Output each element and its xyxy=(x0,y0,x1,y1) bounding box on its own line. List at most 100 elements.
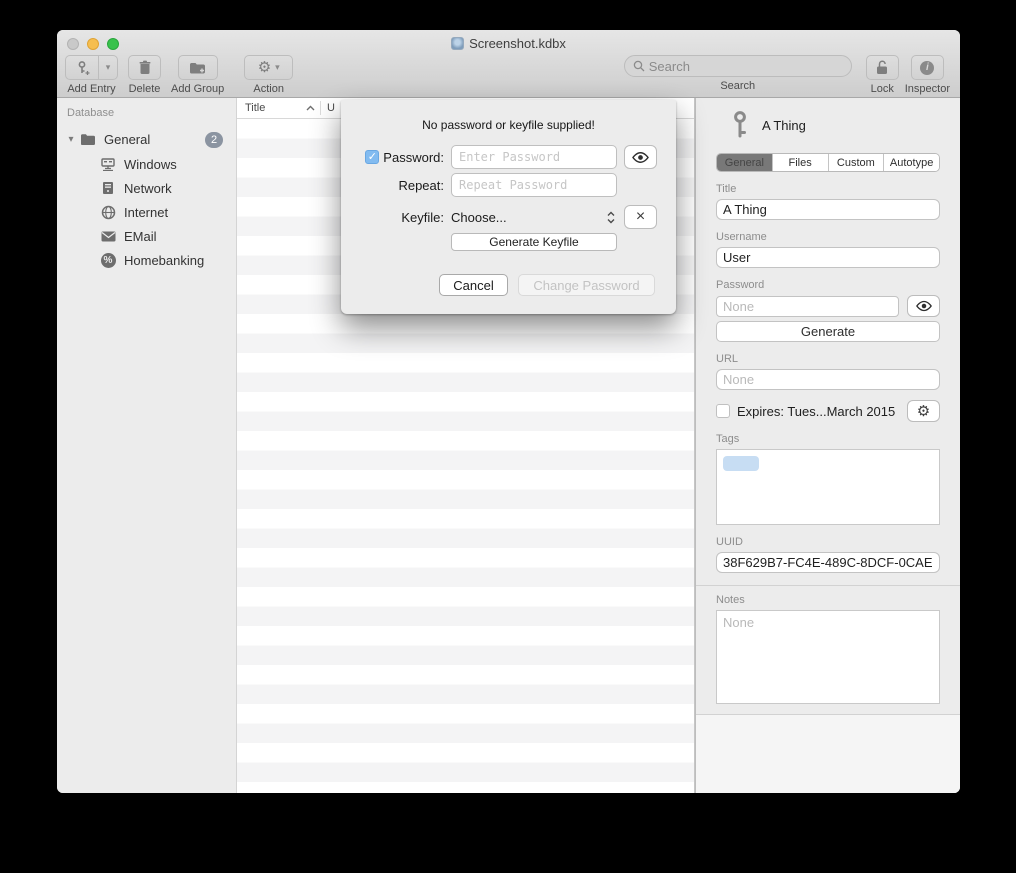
sidebar-group-label: General xyxy=(104,132,150,147)
search-input[interactable]: Search xyxy=(624,55,852,77)
change-password-dialog: No password or keyfile supplied! ✓ Passw… xyxy=(341,100,676,314)
chevron-down-icon: ▾ xyxy=(275,62,280,73)
sidebar-item-label: Network xyxy=(124,181,172,196)
keyfile-label: Keyfile: xyxy=(401,210,444,225)
window-title: Screenshot.kdbx xyxy=(57,36,960,51)
password-label: Password xyxy=(716,279,940,291)
trash-icon xyxy=(138,60,152,75)
unlock-icon xyxy=(875,60,889,75)
clear-keyfile-button[interactable]: × xyxy=(624,205,657,229)
windows-icon xyxy=(99,156,117,172)
sidebar-group-general[interactable]: ▾ General 2 xyxy=(57,127,236,152)
toolbar: Screenshot.kdbx ▾ Add Entry Delete xyxy=(57,30,960,98)
password-checkbox[interactable]: ✓ xyxy=(365,150,379,164)
stepper-icon xyxy=(607,211,615,224)
inspector-panel: A Thing General Files Custom Autotype Ti… xyxy=(695,98,960,793)
column-header-username[interactable]: U xyxy=(321,102,335,114)
title-field[interactable] xyxy=(716,199,940,220)
action-label: Action xyxy=(253,83,284,95)
tab-autotype[interactable]: Autotype xyxy=(884,154,939,171)
folder-icon xyxy=(79,132,97,148)
eye-icon xyxy=(915,300,933,312)
tab-general[interactable]: General xyxy=(717,154,773,171)
disclosure-triangle-icon[interactable]: ▾ xyxy=(63,134,79,145)
globe-icon xyxy=(99,204,117,220)
username-field[interactable] xyxy=(716,247,940,268)
column-header-title[interactable]: Title xyxy=(237,102,320,114)
tab-custom[interactable]: Custom xyxy=(829,154,885,171)
expires-checkbox[interactable] xyxy=(716,404,730,418)
tags-label: Tags xyxy=(716,433,940,445)
sidebar-item-homebanking[interactable]: % Homebanking xyxy=(57,248,236,272)
title-label: Title xyxy=(716,183,940,195)
envelope-icon xyxy=(99,228,117,244)
notes-field[interactable] xyxy=(716,610,940,704)
sidebar-item-email[interactable]: EMail xyxy=(57,224,236,248)
server-icon xyxy=(99,180,117,196)
password-field[interactable] xyxy=(716,296,899,317)
inspector-label: Inspector xyxy=(905,83,950,95)
app-window: Screenshot.kdbx ▾ Add Entry Delete xyxy=(57,30,960,793)
expires-settings-button[interactable]: ⚙ xyxy=(907,400,940,422)
tags-field[interactable] xyxy=(716,449,940,525)
uuid-field[interactable] xyxy=(716,552,940,573)
sidebar-item-network[interactable]: Network xyxy=(57,176,236,200)
close-icon: × xyxy=(636,208,645,226)
sidebar-header: Database xyxy=(57,107,236,119)
document-icon xyxy=(451,37,464,50)
notes-label: Notes xyxy=(716,594,940,606)
repeat-label: Repeat: xyxy=(398,178,444,193)
entry-title: A Thing xyxy=(762,118,806,133)
add-group-label: Add Group xyxy=(171,83,224,95)
generate-keyfile-button[interactable]: Generate Keyfile xyxy=(451,233,617,251)
key-icon xyxy=(732,111,748,139)
folder-plus-icon xyxy=(189,61,206,75)
sidebar-item-label: Windows xyxy=(124,157,177,172)
inspector-footer xyxy=(696,715,960,793)
lock-label: Lock xyxy=(871,83,894,95)
delete-button[interactable] xyxy=(128,55,161,80)
search-label: Search xyxy=(720,80,755,92)
cancel-button[interactable]: Cancel xyxy=(439,274,508,296)
sidebar-item-label: EMail xyxy=(124,229,157,244)
gear-icon: ⚙ xyxy=(258,60,271,75)
show-password-button[interactable] xyxy=(624,145,657,169)
percent-icon: % xyxy=(99,252,117,268)
keyfile-popup[interactable]: Choose... xyxy=(451,210,617,225)
inspector-tabs: General Files Custom Autotype xyxy=(716,153,940,172)
url-field[interactable] xyxy=(716,369,940,390)
action-button[interactable]: ⚙ ▾ xyxy=(244,55,293,80)
add-entry-dropdown[interactable]: ▾ xyxy=(98,55,118,80)
search-placeholder: Search xyxy=(649,59,690,74)
dialog-message: No password or keyfile supplied! xyxy=(341,118,676,132)
sidebar-item-windows[interactable]: Windows xyxy=(57,152,236,176)
repeat-password-input[interactable] xyxy=(451,173,617,197)
generate-password-button[interactable]: Generate xyxy=(716,321,940,342)
add-group-button[interactable] xyxy=(178,55,218,80)
entry-count-badge: 2 xyxy=(205,132,223,148)
username-label: Username xyxy=(716,231,940,243)
sort-ascending-icon xyxy=(306,105,315,111)
url-label: URL xyxy=(716,353,940,365)
eye-icon xyxy=(631,151,650,164)
add-entry-label: Add Entry xyxy=(67,83,115,95)
sidebar-item-internet[interactable]: Internet xyxy=(57,200,236,224)
info-icon: i xyxy=(920,61,934,75)
sidebar: Database ▾ General 2 Windows Network xyxy=(57,98,237,793)
show-password-button[interactable] xyxy=(907,295,940,317)
inspector-button[interactable]: i xyxy=(911,55,944,80)
enter-password-input[interactable] xyxy=(451,145,617,169)
password-label: Password: xyxy=(383,150,444,165)
tag-token[interactable] xyxy=(723,456,759,471)
keyfile-value: Choose... xyxy=(451,210,507,225)
delete-label: Delete xyxy=(129,83,161,95)
lock-button[interactable] xyxy=(866,55,899,80)
tab-files[interactable]: Files xyxy=(773,154,829,171)
sidebar-item-label: Internet xyxy=(124,205,168,220)
key-plus-icon[interactable] xyxy=(65,55,98,80)
gear-icon: ⚙ xyxy=(917,404,930,419)
change-password-button[interactable]: Change Password xyxy=(518,274,655,296)
expires-label: Expires: Tues...March 2015 xyxy=(737,404,895,419)
add-entry-button[interactable]: ▾ xyxy=(65,55,118,80)
uuid-label: UUID xyxy=(716,536,940,548)
